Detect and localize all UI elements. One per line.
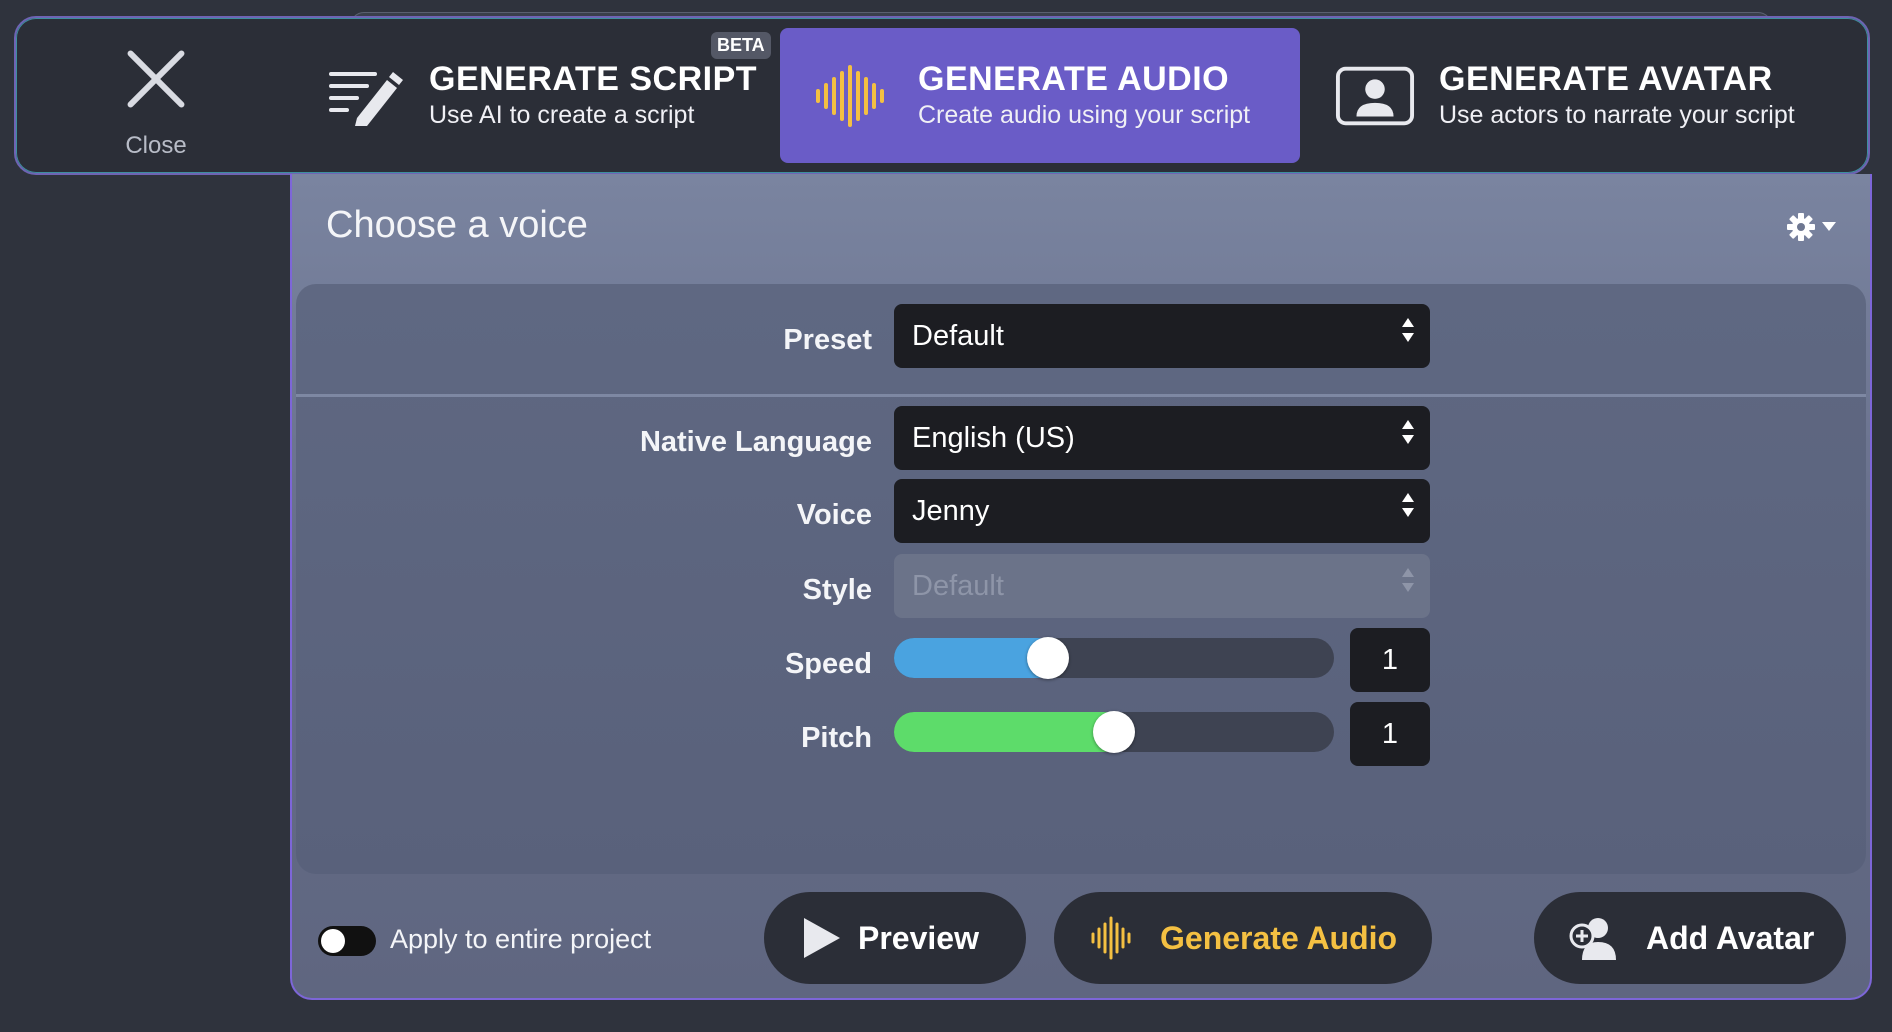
tab-subtitle: Use AI to create a script [429,100,695,129]
add-avatar-icon [1569,918,1616,960]
pencil-lines-icon [325,61,405,131]
tab-generate-audio[interactable]: GENERATE AUDIO Create audio using your s… [780,28,1300,163]
gear-icon [1787,213,1815,241]
voice-label: Voice [796,499,872,531]
apply-entire-project-label: Apply to entire project [390,924,652,954]
pitch-slider[interactable] [894,711,1334,753]
close-icon [123,46,189,112]
voice-select[interactable]: Jenny [894,479,1430,543]
preview-button[interactable]: Preview [764,892,1026,984]
native-language-select[interactable]: English (US) [894,406,1430,470]
chevron-down-icon [1822,222,1836,231]
add-avatar-label: Add Avatar [1646,919,1815,956]
waveform-icon [1091,916,1131,960]
play-icon [804,918,840,958]
voice-settings-card: Preset Default Native Language English (… [296,284,1866,874]
style-select: Default [894,554,1430,618]
apply-entire-project-toggle[interactable] [318,926,376,956]
native-language-value: English (US) [912,421,1075,454]
preview-label: Preview [858,919,979,956]
tab-title: GENERATE AUDIO [918,59,1230,98]
preset-select[interactable]: Default [894,304,1430,368]
select-arrows-icon [1402,318,1414,342]
beta-badge: BETA [711,32,771,59]
voice-panel: Choose a voice Preset Default Native Lan… [290,174,1872,1000]
avatar-frame-icon [1335,61,1415,131]
add-avatar-button[interactable]: Add Avatar [1534,892,1846,984]
settings-menu-button[interactable] [1786,212,1836,242]
style-label: Style [802,574,872,606]
pitch-label: Pitch [801,722,872,754]
voice-value: Jenny [912,494,990,527]
speed-label: Speed [784,648,872,680]
generate-audio-label: Generate Audio [1160,919,1398,956]
style-value: Default [912,569,1004,602]
native-language-label: Native Language [639,426,872,458]
waveform-icon [814,61,894,131]
tab-title: GENERATE SCRIPT [429,59,758,98]
select-arrows-icon [1402,568,1414,592]
tab-title: GENERATE AVATAR [1439,59,1773,98]
speed-slider-handle[interactable] [1027,637,1069,679]
select-arrows-icon [1402,420,1414,444]
divider [296,394,1866,397]
generate-audio-button[interactable]: Generate Audio [1054,892,1432,984]
close-button[interactable]: Close [20,18,292,168]
preset-label: Preset [783,324,872,356]
speed-slider[interactable] [894,637,1334,679]
close-label: Close [125,132,187,159]
tab-generate-avatar[interactable]: GENERATE AVATAR Use actors to narrate yo… [1335,28,1855,163]
pitch-slider-handle[interactable] [1093,711,1135,753]
tab-subtitle: Create audio using your script [918,100,1251,129]
tab-subtitle: Use actors to narrate your script [1439,100,1795,129]
tab-generate-script[interactable]: GENERATE SCRIPT Use AI to create a scrip… [325,28,775,163]
panel-title: Choose a voice [326,204,588,246]
pitch-value-input[interactable]: 1 [1350,702,1430,766]
pitch-slider-fill [894,712,1124,752]
preset-value: Default [912,319,1004,352]
speed-value-input[interactable]: 1 [1350,628,1430,692]
toggle-knob [321,929,345,953]
select-arrows-icon [1402,493,1414,517]
